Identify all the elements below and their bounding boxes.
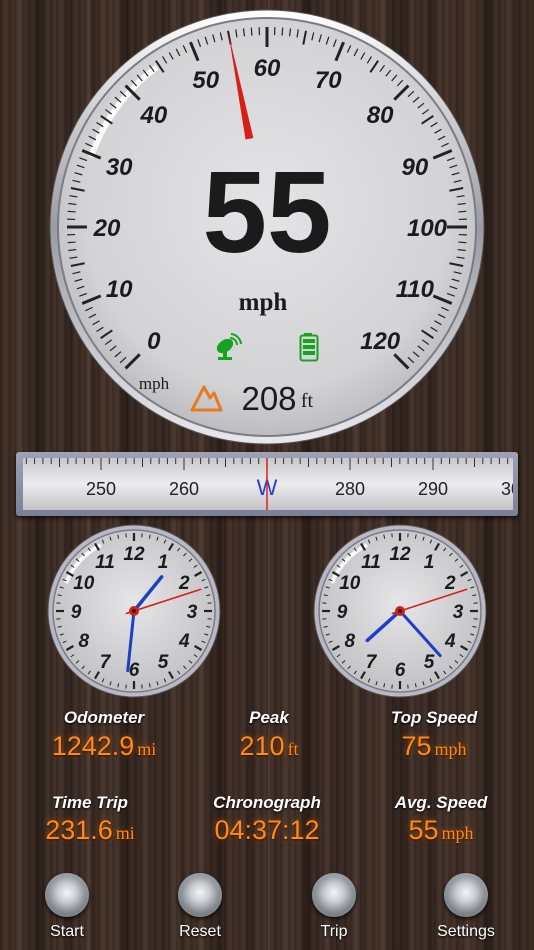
top-speed-label: Top Speed <box>390 708 478 727</box>
peak-label: Peak <box>249 708 289 727</box>
time-trip-unit: mi <box>115 823 135 843</box>
speed-tick <box>250 27 253 36</box>
start-label: Start <box>50 923 84 940</box>
clock-number: 5 <box>424 652 435 673</box>
clock-number: 3 <box>187 602 198 623</box>
clock-number: 11 <box>361 552 381 573</box>
speed-scale-label: 50 <box>192 67 219 94</box>
top-speed-number: 75 <box>401 731 432 761</box>
avg-speed-value: 55 mph <box>351 815 531 846</box>
start-button[interactable]: Start <box>22 873 112 941</box>
reset-knob-icon[interactable] <box>178 873 222 917</box>
clock-number: 3 <box>453 602 464 623</box>
speed-readout: 55 <box>202 147 331 277</box>
odometer-unit: mi <box>137 739 157 759</box>
peak-value: 210 ft <box>179 731 359 762</box>
clock-number: 12 <box>123 544 145 565</box>
reset-button[interactable]: Reset <box>155 873 245 941</box>
clock-number: 6 <box>129 660 140 681</box>
speed-scale-label: 20 <box>93 215 121 242</box>
compass-tape: 250260W280290300 <box>23 458 513 510</box>
altitude-value: 208 <box>241 380 296 417</box>
peak-number: 210 <box>239 731 285 761</box>
speed-scale-label: 110 <box>396 276 435 303</box>
odometer-value: 1242.9 mi <box>14 731 194 762</box>
compass-label: 290 <box>418 479 448 499</box>
time-trip-number: 231.6 <box>45 815 113 845</box>
start-knob-icon[interactable] <box>45 873 89 917</box>
speed-scale-label: 40 <box>140 102 168 129</box>
clock-number: 12 <box>389 544 411 565</box>
time-trip-label: Time Trip <box>52 793 128 812</box>
trip-button[interactable]: Trip <box>289 873 379 941</box>
chronograph-value: 04:37:12 <box>214 815 320 845</box>
speed-scale-label: 90 <box>401 154 428 181</box>
clock-number: 10 <box>73 573 95 594</box>
clock-number: 4 <box>444 631 456 652</box>
speed-scale-label: 100 <box>407 215 448 242</box>
settings-label: Settings <box>437 923 495 940</box>
settings-button[interactable]: Settings <box>421 873 511 941</box>
clock-number: 8 <box>344 631 355 652</box>
clock-number: 5 <box>158 652 169 673</box>
peak-unit: ft <box>287 739 299 759</box>
clock-right: 12 12 3 45678 9 1011 <box>313 524 487 698</box>
speed-tick <box>67 210 76 213</box>
clock-number: 9 <box>337 602 348 623</box>
compass-label: 300 <box>501 479 513 499</box>
time-trip-value: 231.6 mi <box>0 815 180 846</box>
compass-label: 280 <box>335 479 365 499</box>
chronograph-label: Chronograph <box>213 793 321 812</box>
speed-unit-label: mph <box>239 289 288 316</box>
odometer-label: Odometer <box>63 708 145 727</box>
clock-number: 11 <box>95 552 115 573</box>
speed-tick <box>458 210 467 213</box>
avg-speed-number: 55 <box>408 815 439 845</box>
clock-number: 4 <box>178 631 190 652</box>
clock-number: 1 <box>158 552 169 573</box>
clock-number: 8 <box>78 631 89 652</box>
compass-label: 260 <box>169 479 199 499</box>
clock-number: 9 <box>71 602 82 623</box>
speed-scale-label: 80 <box>367 102 394 129</box>
clock-left: 12 12 3 45678 9 1011 <box>47 524 221 698</box>
speed-scale-label: 120 <box>360 328 401 355</box>
clock-number: 7 <box>100 652 112 673</box>
speed-scale-label: 0 <box>147 328 161 355</box>
speed-tick <box>458 241 467 244</box>
clock-number: 6 <box>395 660 406 681</box>
clock-number: 2 <box>444 573 456 594</box>
speed-tick <box>281 27 284 36</box>
speed-scale-label: 70 <box>315 67 342 94</box>
speed-scale-label: 30 <box>106 154 133 181</box>
top-speed-unit: mph <box>434 739 467 759</box>
speedometer-gauge: 01020304050 60 708090100110120 55 mph mph … <box>49 9 485 445</box>
trip-knob-icon[interactable] <box>312 873 356 917</box>
speed-tick <box>67 241 76 244</box>
top-speed-value: 75 mph <box>344 731 524 762</box>
trip-label: Trip <box>320 923 348 940</box>
speed-scale-label: 10 <box>106 276 133 303</box>
compass-label: 250 <box>86 479 116 499</box>
scale-unit-label: mph <box>139 374 170 393</box>
speed-scale-label: 60 <box>254 55 281 82</box>
clock-number: 2 <box>178 573 190 594</box>
clock-number: 10 <box>339 573 361 594</box>
odometer-number: 1242.9 <box>51 731 135 761</box>
settings-knob-icon[interactable] <box>444 873 488 917</box>
reset-label: Reset <box>179 923 221 940</box>
avg-speed-unit: mph <box>441 823 474 843</box>
avg-speed-label: Avg. Speed <box>394 793 488 812</box>
clock-number: 7 <box>366 652 378 673</box>
altitude-unit: ft <box>301 390 314 412</box>
clock-number: 1 <box>424 552 435 573</box>
